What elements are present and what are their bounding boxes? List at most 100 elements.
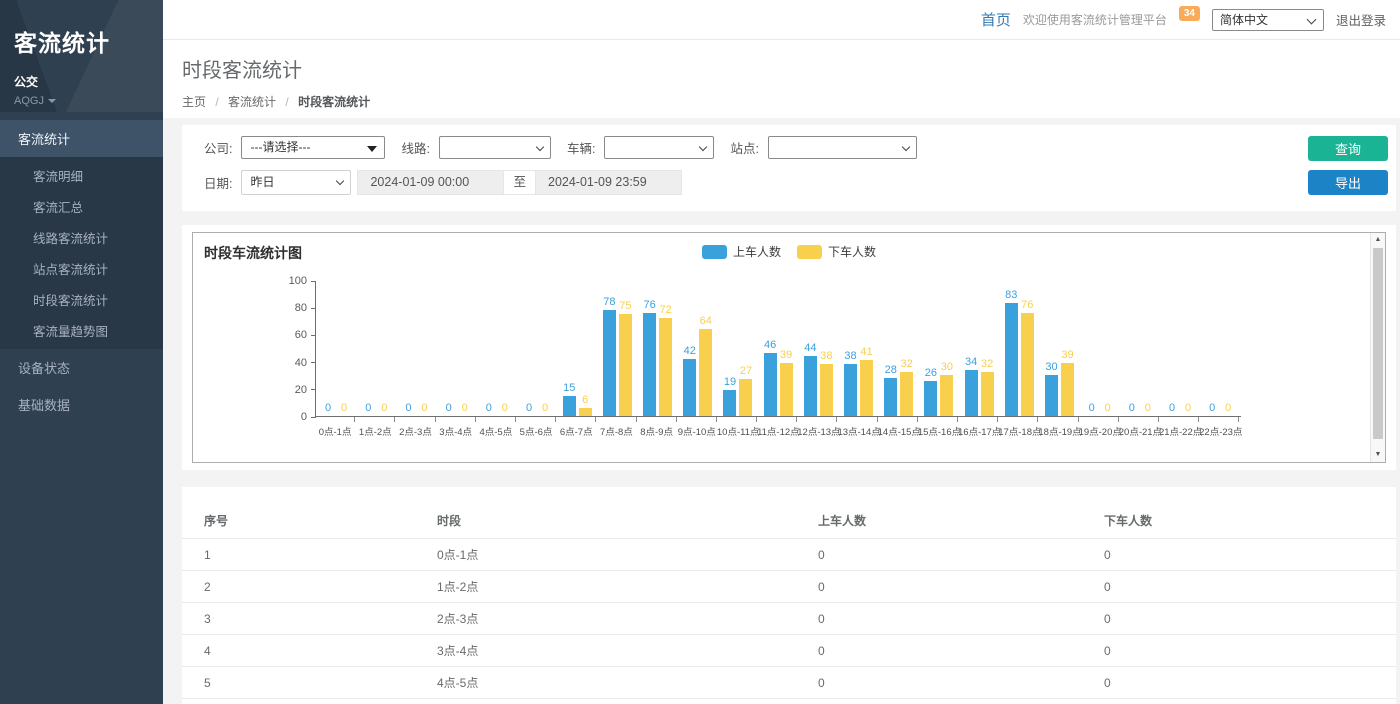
col-header-boarding: 上车人数 xyxy=(796,503,1082,539)
chart-category-group: 1927 xyxy=(718,280,758,416)
bar[interactable] xyxy=(1061,363,1074,416)
bar-value-label: 0 xyxy=(1185,402,1191,414)
bar[interactable] xyxy=(723,390,736,416)
org-name: 公交 xyxy=(14,73,163,90)
bar[interactable] xyxy=(820,364,833,416)
bar-value-label: 27 xyxy=(740,365,752,377)
bar[interactable] xyxy=(884,378,897,416)
logout-link[interactable]: 退出登录 xyxy=(1336,10,1386,29)
x-axis-label: 0点-1点 xyxy=(315,424,355,438)
station-select[interactable] xyxy=(768,136,917,159)
chevron-down-icon xyxy=(536,143,544,151)
page-heading: 时段客流统计 主页 / 客流统计 / 时段客流统计 xyxy=(163,40,1400,118)
bar[interactable] xyxy=(780,363,793,416)
chart-category-group: 4264 xyxy=(678,280,718,416)
date-to-input[interactable]: 2024-01-09 23:59 xyxy=(535,170,682,195)
chart-container: 时段车流统计图 上车人数下车人数 00000000000015678757672… xyxy=(192,232,1386,463)
date-preset-select[interactable]: 昨日 xyxy=(241,170,351,195)
y-axis-label: 20 xyxy=(295,384,307,396)
scroll-down-arrow[interactable]: ▼ xyxy=(1371,448,1385,462)
bar-value-label: 0 xyxy=(1169,402,1175,414)
chart-bars: 0000000000001567875767242641927463944383… xyxy=(315,281,1241,417)
bar[interactable] xyxy=(924,381,937,416)
bar[interactable] xyxy=(940,375,953,416)
bar-value-label: 0 xyxy=(1089,402,1095,414)
bar-value-label: 39 xyxy=(780,349,792,361)
sidebar-item-station-stats[interactable]: 站点客流统计 xyxy=(0,253,163,284)
bar[interactable] xyxy=(683,359,696,416)
legend-item[interactable]: 上车人数 xyxy=(702,243,781,260)
bar-value-label: 46 xyxy=(764,339,776,351)
notification-badge[interactable]: 34 xyxy=(1179,6,1200,21)
sidebar-item-passenger-stats[interactable]: 客流统计 xyxy=(0,120,163,157)
bar[interactable] xyxy=(579,408,592,416)
export-button[interactable]: 导出 xyxy=(1308,170,1388,195)
sidebar-item-line-stats[interactable]: 线路客流统计 xyxy=(0,222,163,253)
x-axis-label: 1点-2点 xyxy=(355,424,395,438)
chart-category-group: 00 xyxy=(437,280,477,416)
language-select[interactable]: 简体中文 xyxy=(1212,9,1324,31)
bar-value-label: 0 xyxy=(325,402,331,414)
vehicle-label: 车辆: xyxy=(567,138,595,157)
bar[interactable] xyxy=(699,329,712,416)
chart-category-group: 8376 xyxy=(999,280,1039,416)
bar[interactable] xyxy=(659,318,672,416)
bar[interactable] xyxy=(804,356,817,416)
vehicle-select[interactable] xyxy=(604,136,714,159)
x-axis-label: 17点-18点 xyxy=(998,424,1038,438)
scroll-up-arrow[interactable]: ▲ xyxy=(1371,233,1385,247)
sidebar-item-base-data[interactable]: 基础数据 xyxy=(0,386,163,423)
bar[interactable] xyxy=(619,314,632,416)
bar[interactable] xyxy=(603,310,616,416)
query-button[interactable]: 查询 xyxy=(1308,136,1388,161)
bar-value-label: 0 xyxy=(446,402,452,414)
chart-vertical-scrollbar[interactable]: ▲ ▼ xyxy=(1370,233,1385,462)
user-menu[interactable]: AQGJ xyxy=(14,95,163,107)
bar[interactable] xyxy=(1045,375,1058,416)
sidebar-item-device-status[interactable]: 设备状态 xyxy=(0,349,163,386)
x-axis-label: 2点-3点 xyxy=(395,424,435,438)
bar-value-label: 76 xyxy=(643,299,655,311)
triangle-down-icon xyxy=(367,146,377,152)
breadcrumb-section[interactable]: 客流统计 xyxy=(228,95,276,109)
scrollbar-thumb[interactable] xyxy=(1373,248,1383,439)
app-title: 客流统计 xyxy=(14,24,163,58)
sidebar-item-passenger-summary[interactable]: 客流汇总 xyxy=(0,191,163,222)
filter-row-2: 日期: 昨日 2024-01-09 00:00 至 2024-01-09 23:… xyxy=(204,170,1296,195)
data-table-panel: 序号 时段 上车人数 下车人数 10点-1点00 21点-2点00 32点-3点… xyxy=(182,487,1396,704)
bar-value-label: 30 xyxy=(1045,361,1057,373)
x-axis-label: 16点-17点 xyxy=(958,424,998,438)
chart-category-group: 00 xyxy=(477,280,517,416)
company-value: ---请选择--- xyxy=(250,140,310,154)
chart-category-group: 00 xyxy=(1080,280,1120,416)
bar[interactable] xyxy=(900,372,913,416)
line-select[interactable] xyxy=(439,136,551,159)
bar[interactable] xyxy=(1005,303,1018,416)
bar[interactable] xyxy=(860,360,873,416)
bar-value-label: 39 xyxy=(1061,349,1073,361)
sidebar-item-period-stats[interactable]: 时段客流统计 xyxy=(0,284,163,315)
bar[interactable] xyxy=(1021,313,1034,416)
table-row: 21点-2点00 xyxy=(182,571,1396,603)
breadcrumb-home[interactable]: 主页 xyxy=(182,95,206,109)
bar[interactable] xyxy=(563,396,576,416)
x-axis-label: 11点-12点 xyxy=(757,424,797,438)
bar[interactable] xyxy=(965,370,978,416)
bar[interactable] xyxy=(844,364,857,416)
station-label: 站点: xyxy=(730,138,758,157)
home-link[interactable]: 首页 xyxy=(981,9,1011,30)
date-from-input[interactable]: 2024-01-09 00:00 xyxy=(357,170,504,195)
bar[interactable] xyxy=(764,353,777,416)
company-select[interactable]: ---请选择--- xyxy=(241,136,385,159)
chart-plot-area: 0000000000001567875767242641927463944383… xyxy=(315,281,1241,438)
sidebar-item-trend-chart[interactable]: 客流量趋势图 xyxy=(0,315,163,346)
col-header-index: 序号 xyxy=(182,503,415,539)
topbar: 首页 欢迎使用客流统计管理平台 34 简体中文 退出登录 xyxy=(163,0,1400,40)
caret-down-icon xyxy=(48,99,56,103)
x-axis-label: 21点-22点 xyxy=(1159,424,1199,438)
legend-item[interactable]: 下车人数 xyxy=(797,243,876,260)
bar[interactable] xyxy=(643,313,656,416)
bar[interactable] xyxy=(981,372,994,416)
bar[interactable] xyxy=(739,379,752,416)
sidebar-item-passenger-detail[interactable]: 客流明细 xyxy=(0,160,163,191)
